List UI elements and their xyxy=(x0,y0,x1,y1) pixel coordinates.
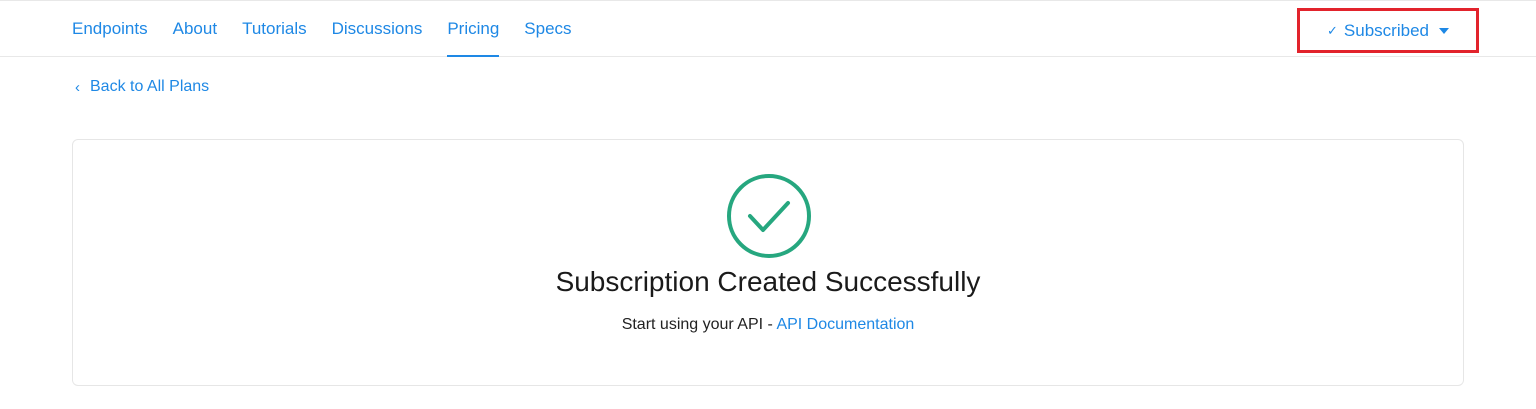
success-title: Subscription Created Successfully xyxy=(555,266,981,297)
back-to-plans-link[interactable]: ‹ Back to All Plans xyxy=(75,78,209,96)
success-subtitle: Start using your API - API Documentation xyxy=(73,316,1463,334)
chevron-left-icon: ‹ xyxy=(75,78,80,96)
tab-specs[interactable]: Specs xyxy=(524,1,571,57)
nav-tabs: Endpoints About Tutorials Discussions Pr… xyxy=(72,1,597,57)
tab-about[interactable]: About xyxy=(173,1,217,57)
success-card: Subscription Created Successfully Start … xyxy=(72,139,1464,386)
caret-down-icon xyxy=(1438,28,1449,34)
subscribed-label: Subscribed xyxy=(1343,20,1429,40)
success-check-circle-icon xyxy=(727,174,811,258)
tab-discussions[interactable]: Discussions xyxy=(332,1,423,57)
api-documentation-link[interactable]: API Documentation xyxy=(776,316,914,333)
tab-pricing[interactable]: Pricing xyxy=(447,1,499,57)
back-link-label: Back to All Plans xyxy=(90,78,210,95)
top-navigation: Endpoints About Tutorials Discussions Pr… xyxy=(0,0,1536,57)
checkmark-icon: ✓ xyxy=(1327,22,1338,38)
tab-tutorials[interactable]: Tutorials xyxy=(242,1,307,57)
subtitle-prefix: Start using your API - xyxy=(621,316,777,333)
subscribed-dropdown-button[interactable]: ✓ Subscribed xyxy=(1297,8,1479,53)
tab-endpoints[interactable]: Endpoints xyxy=(72,1,148,57)
